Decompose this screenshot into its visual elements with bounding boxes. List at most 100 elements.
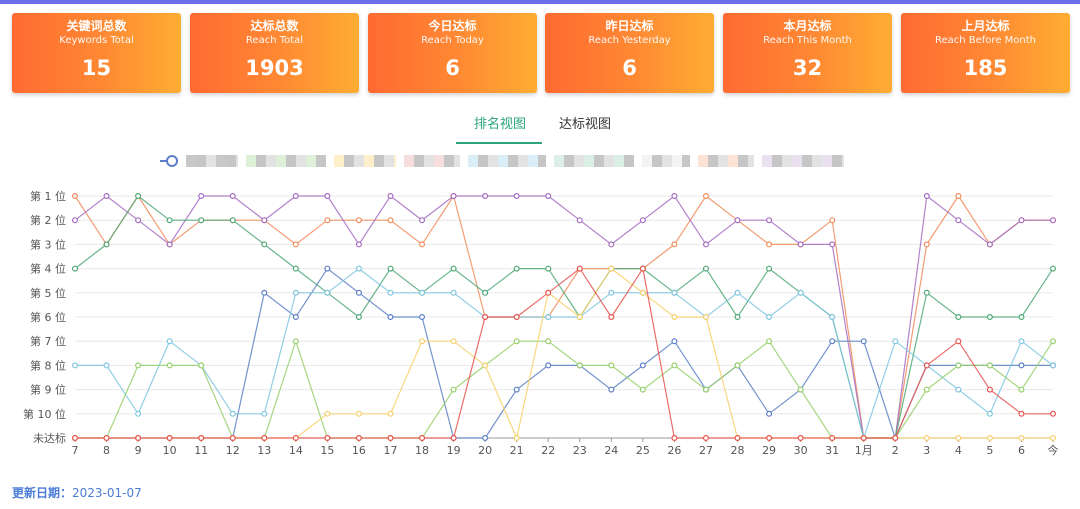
x-tick-label: 30 [794,444,808,457]
data-point [513,435,520,442]
y-tick-label: 未达标 [33,431,66,445]
legend-blur-block [748,155,754,167]
data-point [986,241,993,248]
data-point [198,193,205,200]
x-tick-label: 今 [1048,443,1059,457]
legend-blur-block [498,155,508,167]
data-point [797,289,804,296]
data-point [766,410,773,417]
legend-blur-block [334,155,344,167]
data-point [797,241,804,248]
data-point [419,338,426,345]
update-date-value: 2023-01-07 [72,486,142,500]
chart-legend[interactable] [160,152,930,170]
legend-item[interactable] [246,155,326,167]
legend-blur-block [738,155,748,167]
legend-blur-block [444,155,454,167]
data-point [545,289,552,296]
data-point [608,386,615,393]
card-subtitle: Reach Total [245,35,304,46]
data-point [355,289,362,296]
data-point [324,435,331,442]
legend-item[interactable] [698,155,754,167]
data-point [513,386,520,393]
legend-blur-block [276,155,286,167]
data-point [482,435,489,442]
x-tick-label: 3 [923,444,930,457]
card-value: 185 [963,56,1008,80]
data-point [261,217,268,224]
legend-item[interactable] [762,155,844,167]
data-point [1018,362,1025,369]
data-point [71,435,78,442]
legend-blur-block [538,155,546,167]
y-tick-label: 第 7 位 [30,334,66,348]
legend-item[interactable] [186,155,238,167]
x-tick-label: 19 [447,444,461,457]
legend-item[interactable] [404,155,460,167]
card-value: 1903 [245,56,304,80]
legend-blur-block [424,155,434,167]
legend-indicator-dot [166,155,178,167]
legend-blur-block [236,155,238,167]
card-value: 6 [445,56,460,80]
legend-blur-block [554,155,564,167]
data-point [135,435,142,442]
data-point [639,386,646,393]
legend-item[interactable] [334,155,396,167]
legend-toggle-indicator[interactable] [160,155,178,167]
data-point [450,386,457,393]
data-point [261,410,268,417]
legend-blur-block [478,155,488,167]
data-point [702,314,709,321]
data-point [1049,410,1056,417]
data-point [955,314,962,321]
legend-item[interactable] [554,155,634,167]
x-tick-label: 15 [320,444,334,457]
legend-blur-block [454,155,460,167]
data-point [419,289,426,296]
data-point [955,362,962,369]
data-point [892,435,899,442]
data-point [608,265,615,272]
tab-ranking-view[interactable]: 排名视图 [474,112,526,138]
x-tick-label: 16 [352,444,366,457]
x-tick-label: 10 [163,444,177,457]
legend-blur-block [344,155,354,167]
data-point [355,265,362,272]
legend-item[interactable] [642,155,690,167]
x-tick-label: 29 [762,444,776,457]
data-point [482,314,489,321]
legend-blur-block [354,155,364,167]
data-point [387,193,394,200]
x-tick-label: 12 [226,444,240,457]
data-point [608,241,615,248]
data-point [229,435,236,442]
data-point [166,362,173,369]
data-point [261,289,268,296]
data-point [829,217,836,224]
tab-reach-view[interactable]: 达标视图 [559,112,611,138]
x-tick-label: 18 [415,444,429,457]
x-tick-label: 23 [573,444,587,457]
legend-item[interactable] [468,155,546,167]
x-tick-label: 4 [955,444,962,457]
x-tick-label: 28 [731,444,745,457]
legend-blur-block [384,155,394,167]
data-point [702,193,709,200]
data-point [545,314,552,321]
data-point [766,217,773,224]
data-point [355,241,362,248]
x-axis: 7 8 9 10 11 12 13 14 15 16 17 18 19 20 21 22 23 24 25 26 27 2… [72,438,1059,457]
data-point [387,435,394,442]
data-point [261,435,268,442]
view-tabs: 排名视图 达标视图 [456,112,626,144]
data-point [324,193,331,200]
legend-blur-block [488,155,498,167]
data-point [1049,362,1056,369]
data-point [702,386,709,393]
legend-blur-block [296,155,306,167]
x-tick-label: 7 [72,444,79,457]
data-point [608,289,615,296]
active-tab-underline [456,142,542,144]
